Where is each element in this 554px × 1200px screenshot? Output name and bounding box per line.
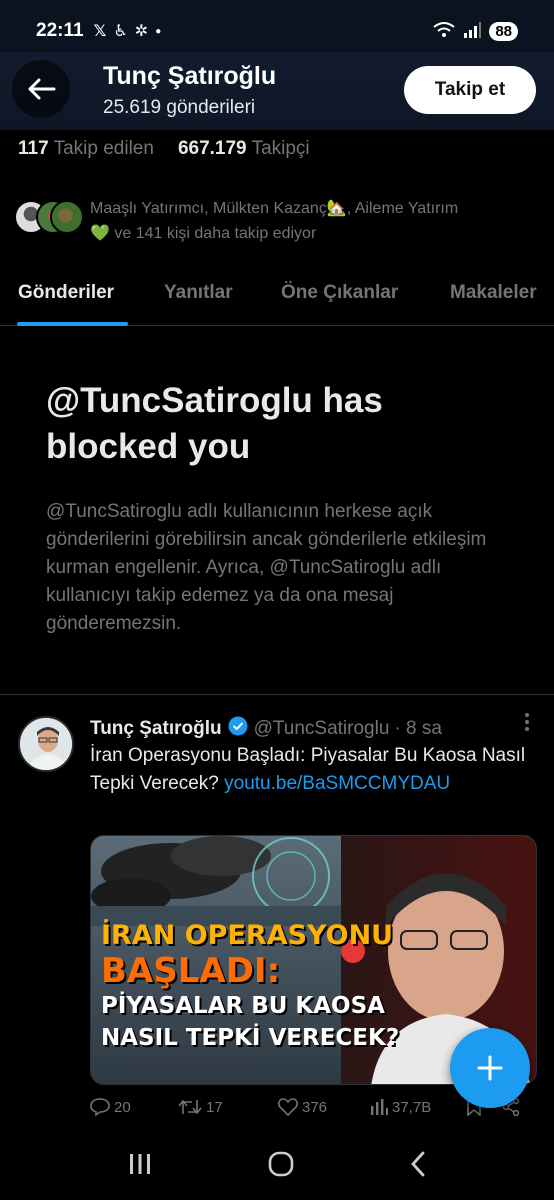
like-count: 376 — [302, 1098, 328, 1116]
mutual-avatars — [14, 196, 86, 236]
followed-by-text: Maaşlı Yatırımcı, Mülkten Kazanç🏡, Ailem… — [90, 196, 540, 246]
battery-indicator: 88 — [489, 21, 518, 41]
chevron-left-icon — [411, 1151, 425, 1176]
like-button[interactable]: 376 — [278, 1098, 370, 1116]
following-count: 117 — [18, 138, 49, 159]
following-stat[interactable]: 117 Takip edilen — [18, 138, 154, 160]
repost-count: 17 — [206, 1098, 223, 1116]
tweet-header: Tunç Şatıroğlu @TuncSatiroglu · 8 sa — [90, 716, 538, 742]
status-right: 88 — [433, 21, 518, 41]
fan-icon: ✲ — [134, 23, 149, 40]
arrow-left-icon — [28, 78, 56, 100]
thumbnail-title: İRAN OPERASYONU BAŞLADI: PİYASALAR BU KA… — [101, 920, 401, 1054]
reply-button[interactable]: 20 — [90, 1098, 178, 1116]
x-icon: 𝕏 — [93, 23, 107, 40]
tweet-link[interactable]: youtu.be/BaSMCCMYDAU — [224, 773, 450, 794]
profile-name: Tunç Şatıroğlu — [103, 62, 277, 90]
tweet-text: İran Operasyonu Başladı: Piyasalar Bu Ka… — [90, 742, 530, 798]
repost-button[interactable]: 17 — [178, 1098, 278, 1116]
back-button[interactable] — [12, 60, 70, 118]
tab-posts[interactable]: Gönderiler — [18, 282, 114, 304]
thumbnail-line3: PİYASALAR BU KAOSA — [101, 993, 385, 1019]
views-count: 37,7B — [392, 1098, 432, 1116]
tab-replies[interactable]: Yanıtlar — [164, 282, 233, 304]
thumbnail-line2: BAŞLADI: — [101, 951, 281, 991]
home-button[interactable] — [268, 1151, 294, 1182]
divider — [0, 694, 554, 695]
avatar — [50, 200, 84, 234]
system-navigation-bar — [0, 1132, 554, 1200]
followed-by-line2: 💚 ve 141 kişi daha takip ediyor — [90, 225, 317, 242]
home-icon — [268, 1151, 294, 1176]
dot-icon: ● — [155, 25, 162, 37]
recent-apps-button[interactable] — [128, 1153, 152, 1180]
profile-header: Tunç Şatıroğlu 25.619 gönderileri Takip … — [0, 52, 554, 130]
reply-count: 20 — [114, 1098, 131, 1116]
recent-apps-icon — [130, 1153, 150, 1174]
thumbnail-line4: NASIL TEPKİ VERECEK? — [101, 1025, 400, 1051]
followers-count: 667.179 — [177, 138, 247, 159]
tweet-author-handle[interactable]: @TuncSatiroglu — [254, 718, 390, 740]
verified-badge-icon — [228, 716, 248, 742]
follow-button[interactable]: Takip et — [404, 66, 536, 114]
tab-highlights[interactable]: Öne Çıkanlar — [281, 282, 398, 304]
following-label: Takip edilen — [53, 138, 154, 159]
profile-tabs: Gönderiler Yanıtlar Öne Çıkanlar Makalel… — [0, 266, 554, 326]
posts-count: 25.619 gönderileri — [103, 97, 256, 118]
views-icon — [371, 1099, 388, 1115]
compose-button[interactable] — [450, 1028, 530, 1108]
followers-label: Takipçi — [251, 138, 310, 159]
views-button[interactable]: 37,7B — [370, 1098, 466, 1116]
more-options-icon[interactable] — [524, 712, 530, 737]
accessibility-icon: ♿ — [113, 23, 128, 40]
tweet-author-name[interactable]: Tunç Şatıroğlu — [90, 718, 222, 740]
wifi-icon — [433, 21, 455, 41]
plus-icon — [477, 1055, 503, 1081]
system-back-button[interactable] — [410, 1151, 426, 1182]
tweet-avatar[interactable] — [18, 716, 74, 772]
tweet-time: · 8 sa — [394, 718, 442, 739]
follow-stats: 117 Takip edilen 667.179 Takipçi — [18, 138, 310, 160]
reply-icon — [90, 1098, 110, 1116]
active-tab-indicator — [17, 322, 128, 326]
blocked-description: @TuncSatiroglu adlı kullanıcının herkese… — [46, 501, 487, 634]
tweet-actions: 20 17 376 37,7B — [90, 1098, 530, 1116]
followers-you-know[interactable]: Maaşlı Yatırımcı, Mülkten Kazanç🏡, Ailem… — [14, 196, 540, 246]
signal-icon — [463, 21, 482, 41]
followed-by-line1: Maaşlı Yatırımcı, Mülkten Kazanç🏡, Ailem… — [90, 200, 459, 217]
repost-icon — [178, 1099, 202, 1115]
thumbnail-line1: İRAN OPERASYONU — [101, 920, 394, 951]
blocked-notice: @TuncSatiroglu has blocked you @TuncSati… — [46, 378, 516, 638]
status-notification-icons: 𝕏 ♿ ✲ ● — [94, 21, 162, 41]
tab-articles[interactable]: Makaleler — [450, 282, 537, 304]
followers-stat[interactable]: 667.179 Takipçi — [178, 138, 310, 160]
heart-icon — [278, 1098, 298, 1116]
status-time: 22:11 — [36, 20, 84, 41]
blocked-title: @TuncSatiroglu has blocked you — [46, 381, 383, 466]
